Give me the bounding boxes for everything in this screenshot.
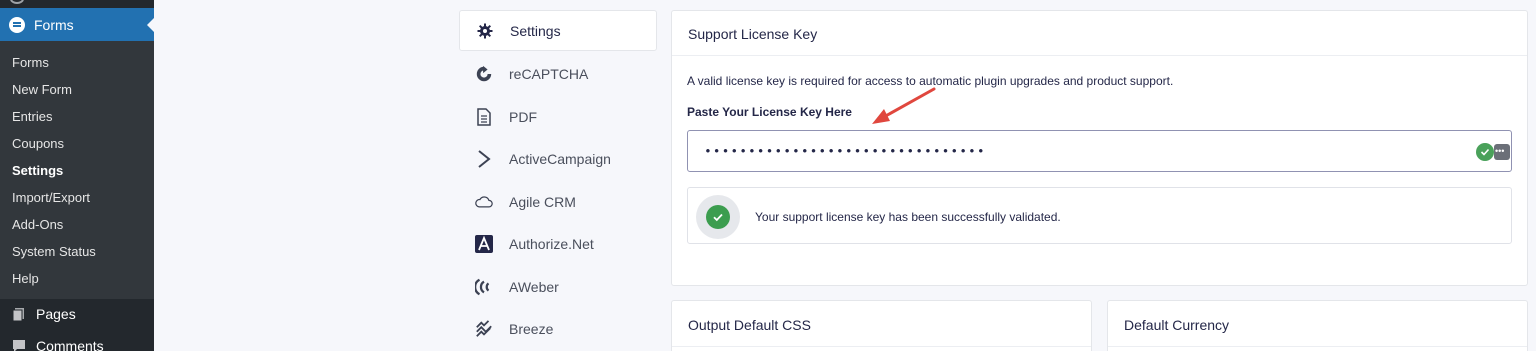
license-success-alert: Your support license key has been succes… (687, 187, 1512, 244)
wp-menu-comments-label: Comments (36, 338, 104, 351)
comments-icon (12, 339, 26, 351)
settings-nav-label: Settings (510, 22, 561, 39)
gear-icon (476, 22, 494, 40)
submenu-item-new-form[interactable]: New Form (12, 82, 72, 97)
authorize-net-icon (475, 235, 493, 253)
submenu-item-import-export[interactable]: Import/Export (12, 190, 90, 205)
annotation-arrow-icon (872, 87, 936, 124)
valid-check-icon (1476, 143, 1494, 161)
gravity-forms-icon (9, 16, 25, 33)
panel-title: Default Currency (1124, 317, 1230, 333)
settings-nav-item-pdf[interactable]: PDF (459, 98, 657, 136)
panel-title: Output Default CSS (688, 317, 811, 333)
wp-menu-item-above[interactable] (0, 0, 154, 8)
pages-icon (12, 307, 26, 322)
settings-nav-item-authorize-net[interactable]: Authorize.Net (459, 225, 657, 263)
settings-nav-item-activecampaign[interactable]: ActiveCampaign (459, 140, 657, 178)
license-key-input[interactable] (687, 130, 1512, 172)
panel-divider (1108, 346, 1527, 347)
aweber-icon (475, 278, 493, 296)
wp-menu-pages[interactable]: Pages (0, 300, 154, 328)
panel-title: Support License Key (688, 26, 818, 42)
settings-nav-label: Agile CRM (509, 194, 576, 210)
output-css-panel: Output Default CSS (671, 300, 1092, 351)
submenu-item-add-ons[interactable]: Add-Ons (12, 217, 63, 232)
settings-nav-label: Breeze (509, 321, 554, 337)
default-currency-panel: Default Currency (1107, 300, 1528, 351)
wp-menu-forms[interactable]: Forms (0, 8, 154, 41)
breeze-icon (475, 320, 493, 338)
wp-admin-sidebar: Forms Forms New Form Entries Coupons Set… (0, 0, 154, 351)
submenu-item-coupons[interactable]: Coupons (12, 136, 64, 151)
settings-nav-item-agile-crm[interactable]: Agile CRM (459, 183, 657, 221)
wp-menu-forms-label: Forms (34, 16, 74, 33)
settings-nav-label: ActiveCampaign (509, 151, 611, 167)
recaptcha-icon (475, 65, 493, 83)
current-menu-arrow (147, 18, 154, 32)
cloud-icon (475, 193, 493, 211)
submenu-item-entries[interactable]: Entries (12, 109, 52, 124)
activecampaign-chevron-icon (475, 150, 493, 168)
submenu-item-system-status[interactable]: System Status (12, 244, 96, 259)
wp-forms-submenu: Forms New Form Entries Coupons Settings … (0, 41, 154, 299)
screen: Forms Forms New Form Entries Coupons Set… (0, 0, 1536, 351)
wp-menu-pages-label: Pages (36, 306, 76, 322)
settings-nav-label: Authorize.Net (509, 236, 594, 252)
submenu-item-help[interactable]: Help (12, 271, 39, 286)
success-message: Your support license key has been succes… (755, 210, 1061, 224)
menu-icon (10, 0, 24, 4)
settings-nav-item-settings[interactable]: Settings (459, 10, 657, 51)
submenu-item-forms[interactable]: Forms (12, 55, 49, 70)
success-icon-halo (696, 195, 740, 239)
password-manager-icon[interactable] (1494, 144, 1510, 160)
license-field-label: Paste Your License Key Here (687, 105, 852, 119)
panel-divider (672, 346, 1091, 347)
submenu-item-settings[interactable]: Settings (12, 163, 63, 178)
settings-nav-label: PDF (509, 109, 537, 125)
pdf-document-icon (475, 108, 493, 126)
settings-nav-item-aweber[interactable]: AWeber (459, 268, 657, 306)
panel-divider (672, 55, 1527, 56)
settings-nav-item-breeze[interactable]: Breeze (459, 310, 657, 348)
settings-nav-label: reCAPTCHA (509, 66, 589, 82)
wp-menu-comments[interactable]: Comments (0, 332, 154, 351)
success-check-icon (706, 205, 730, 229)
settings-nav-label: AWeber (509, 279, 559, 295)
settings-nav-item-recaptcha[interactable]: reCAPTCHA (459, 55, 657, 93)
